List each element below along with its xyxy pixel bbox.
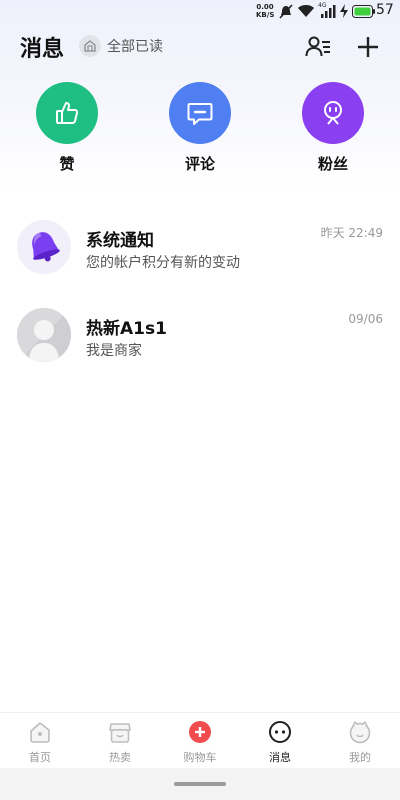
tab-messages[interactable]: 消息 <box>240 713 320 768</box>
entry-comments[interactable]: 评论 <box>168 82 232 174</box>
mute-icon <box>279 4 293 19</box>
fans-icon <box>302 82 364 144</box>
message-icon <box>267 719 293 745</box>
profile-icon <box>347 719 373 745</box>
entry-comments-label: 评论 <box>184 155 215 173</box>
tab-profile[interactable]: 我的 <box>320 713 400 768</box>
network-speed: 0.00 KB/S <box>256 3 274 19</box>
mark-read-icon <box>79 35 101 57</box>
conversation-preview: 您的帐户积分有新的变动 <box>86 255 240 271</box>
network-speed-unit: KB/S <box>256 11 275 19</box>
charging-icon <box>340 4 348 18</box>
thumbs-up-icon <box>36 82 98 144</box>
shop-icon <box>107 719 133 745</box>
mark-all-read-button[interactable]: 全部已读 <box>79 34 163 58</box>
home-gesture-handle[interactable] <box>174 782 226 786</box>
bell-icon <box>17 220 71 274</box>
cart-plus-icon <box>187 719 213 745</box>
add-icon[interactable] <box>355 34 381 60</box>
conversation-time: 昨天 22:49 <box>320 226 383 240</box>
network-speed-value: 0.00 <box>256 3 274 11</box>
system-navigation-bar <box>0 768 400 800</box>
conversation-time: 09/06 <box>348 312 383 326</box>
tab-cart[interactable]: 购物车 <box>160 713 240 768</box>
conversation-item[interactable]: 系统通知 您的帐户积分有新的变动 昨天 22:49 <box>0 220 400 280</box>
tab-messages-label: 消息 <box>269 751 291 764</box>
bottom-tab-bar: 首页 热卖 购物车 消息 我的 <box>0 712 400 768</box>
signal-icon <box>321 5 336 18</box>
status-bar: 0.00 KB/S 4G 57 <box>0 0 400 24</box>
tab-profile-label: 我的 <box>349 751 371 764</box>
conversation-name: 系统通知 <box>86 231 154 251</box>
tab-home[interactable]: 首页 <box>0 713 80 768</box>
tab-hot-sale[interactable]: 热卖 <box>80 713 160 768</box>
contacts-icon[interactable] <box>305 34 331 60</box>
conversation-item[interactable]: 热新A1s1 我是商家 09/06 <box>0 308 400 368</box>
entry-fans-label: 粉丝 <box>317 155 348 173</box>
tab-hot-sale-label: 热卖 <box>109 751 131 764</box>
home-icon <box>27 719 53 745</box>
battery-level: 57 <box>376 2 394 18</box>
conversation-preview: 我是商家 <box>86 343 142 359</box>
entry-fans[interactable]: 粉丝 <box>301 82 365 174</box>
entry-likes[interactable]: 赞 <box>35 82 99 174</box>
battery-icon <box>352 5 375 18</box>
mark-all-read-label: 全部已读 <box>107 39 163 55</box>
comment-icon <box>169 82 231 144</box>
conversation-name: 热新A1s1 <box>86 319 167 339</box>
entry-likes-label: 赞 <box>59 155 75 173</box>
tab-home-label: 首页 <box>29 751 51 764</box>
default-avatar-icon <box>17 308 71 362</box>
page-title: 消息 <box>20 37 65 62</box>
tab-cart-label: 购物车 <box>183 751 217 764</box>
wifi-icon <box>298 5 314 17</box>
